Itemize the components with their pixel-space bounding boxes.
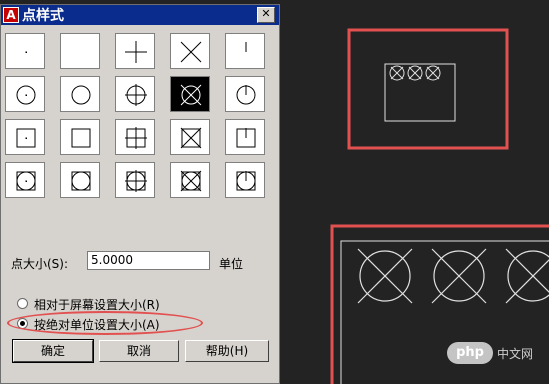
point-style-circlesquare-plus[interactable] bbox=[115, 162, 155, 198]
point-style-circlesquare-dot[interactable] bbox=[5, 162, 45, 198]
dialog-title: 点样式 bbox=[22, 8, 64, 24]
point-style-square-dot[interactable] bbox=[5, 119, 45, 155]
help-button[interactable]: 帮助(H) bbox=[185, 340, 269, 362]
radio-relative-to-screen[interactable] bbox=[17, 298, 28, 309]
point-style-dialog: A 点样式 ✕ 点大小(S): 5.0000 单位 相对于屏幕设置大小(R) 按… bbox=[0, 4, 280, 384]
small-point-markers bbox=[389, 65, 441, 81]
point-style-square-plus[interactable] bbox=[115, 119, 155, 155]
highlight-box-top bbox=[347, 28, 509, 150]
point-style-x[interactable] bbox=[170, 33, 210, 69]
unit-label: 单位 bbox=[219, 257, 244, 271]
drawing-canvas[interactable] bbox=[280, 0, 549, 384]
point-style-circle-dot[interactable] bbox=[5, 76, 45, 112]
point-style-circlesquare-tick[interactable] bbox=[225, 162, 265, 198]
autocad-app-icon: A bbox=[3, 7, 19, 23]
point-style-circle-plus[interactable] bbox=[115, 76, 155, 112]
point-size-input[interactable]: 5.0000 bbox=[87, 251, 210, 270]
point-style-circle-tick[interactable] bbox=[225, 76, 265, 112]
point-style-none[interactable] bbox=[60, 33, 100, 69]
point-size-label: 点大小(S): bbox=[11, 257, 69, 271]
point-style-circlesquare-x[interactable] bbox=[170, 162, 210, 198]
point-style-square[interactable] bbox=[60, 119, 100, 155]
highlight-annotation bbox=[7, 311, 203, 335]
drawn-rectangle-small bbox=[384, 63, 456, 122]
dialog-titlebar[interactable]: A 点样式 ✕ bbox=[1, 5, 279, 25]
ok-button[interactable]: 确定 bbox=[12, 339, 94, 363]
point-style-plus[interactable] bbox=[115, 33, 155, 69]
php-logo-badge: php bbox=[447, 342, 493, 364]
point-style-square-x[interactable] bbox=[170, 119, 210, 155]
point-style-circlesquare[interactable] bbox=[60, 162, 100, 198]
large-point-markers bbox=[357, 248, 549, 304]
watermark-text: 中文网 bbox=[497, 347, 534, 361]
close-icon[interactable]: ✕ bbox=[257, 7, 275, 23]
point-style-tick[interactable] bbox=[225, 33, 265, 69]
point-style-circle[interactable] bbox=[60, 76, 100, 112]
point-style-square-tick[interactable] bbox=[225, 119, 265, 155]
cancel-button[interactable]: 取消 bbox=[99, 340, 179, 362]
point-style-circle-x[interactable] bbox=[170, 76, 210, 112]
point-style-dot[interactable] bbox=[5, 33, 45, 69]
